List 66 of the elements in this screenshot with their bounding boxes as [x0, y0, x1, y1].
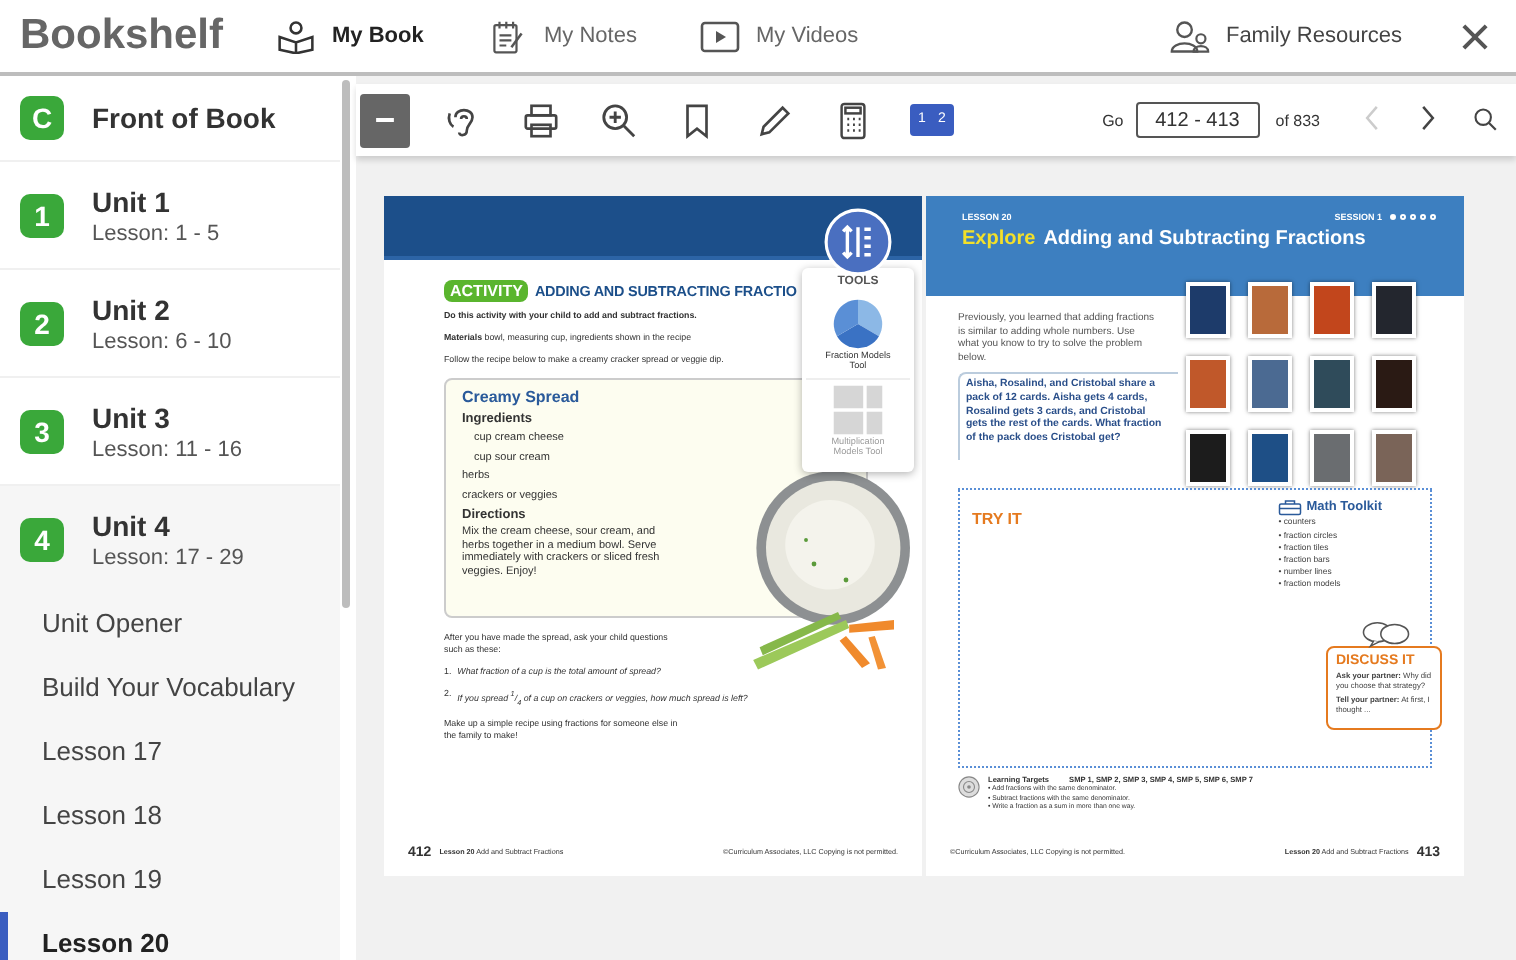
- unit-lessons: Lesson: 11 - 16: [92, 437, 243, 461]
- photo-placeholder: [1186, 282, 1230, 338]
- explore-label: Explore: [962, 228, 1036, 250]
- scrollbar-thumb[interactable]: [342, 80, 350, 608]
- page-total: of 833: [1275, 111, 1320, 129]
- search-icon[interactable]: [1472, 106, 1500, 134]
- go-label: Go: [1102, 111, 1124, 129]
- photo-placeholder: [1248, 282, 1292, 338]
- photo-placeholder: [1186, 430, 1230, 486]
- photo-placeholder: [1372, 356, 1416, 412]
- tools-button[interactable]: [824, 208, 892, 276]
- unit-badge: 1: [20, 193, 64, 237]
- lesson-item[interactable]: Build Your Vocabulary: [0, 656, 340, 720]
- printer-icon: [522, 101, 560, 139]
- lesson-item[interactable]: Lesson 17: [0, 720, 340, 784]
- video-icon: [700, 19, 740, 53]
- try-it-heading: TRY IT: [972, 510, 1022, 529]
- unit-item[interactable]: 4 Unit 4 Lesson: 17 - 29: [0, 486, 340, 592]
- unit-lessons: Lesson: 6 - 10: [92, 329, 232, 353]
- unit-title: Unit 4: [92, 509, 172, 541]
- activity-badge: ACTIVITY: [444, 280, 529, 302]
- recipe-title: Creamy Spread: [462, 388, 580, 406]
- photo-placeholder: [1186, 356, 1230, 412]
- minus-icon: [376, 118, 394, 122]
- family-resources-link[interactable]: Family Resources: [1169, 19, 1402, 53]
- photo-placeholder: [1310, 282, 1354, 338]
- lesson-item[interactable]: Unit Opener: [0, 592, 340, 656]
- lesson-item[interactable]: Lesson 19: [0, 848, 340, 912]
- photo-placeholder: [1372, 282, 1416, 338]
- next-page-button[interactable]: [1416, 104, 1440, 136]
- page-number-field[interactable]: 412 - 413: [1135, 102, 1260, 138]
- nav-tab[interactable]: My Videos: [700, 19, 912, 53]
- unit-title: Front of Book: [92, 102, 276, 134]
- unit-badge: 4: [20, 517, 64, 561]
- unit-title: Unit 1: [92, 185, 172, 217]
- people-icon: [1169, 19, 1210, 53]
- photo-placeholder: [1248, 356, 1292, 412]
- lesson-title: Adding and Subtracting Fractions: [1043, 228, 1366, 250]
- zoom-in-icon: [600, 101, 638, 139]
- close-icon[interactable]: [1462, 23, 1488, 49]
- photo-placeholder: [1248, 430, 1292, 486]
- app-title: Bookshelf: [20, 12, 226, 60]
- pencil-icon: [756, 101, 794, 139]
- lesson-item[interactable]: Lesson 18: [0, 784, 340, 848]
- calculator-icon: [834, 101, 872, 139]
- chevron-left-icon: [1364, 104, 1380, 132]
- unit-title: Unit 2: [92, 293, 172, 325]
- grid-icon: [832, 383, 884, 436]
- chevron-right-icon: [1420, 104, 1436, 132]
- collapse-button[interactable]: [360, 93, 410, 147]
- nav-tab[interactable]: My Notes: [488, 19, 700, 53]
- unit-badge: 3: [20, 409, 64, 453]
- photo-placeholder: [1310, 356, 1354, 412]
- unit-title: Unit 3: [92, 401, 172, 433]
- target-icon: [958, 776, 980, 799]
- unit-lessons: Lesson: 1 - 5: [92, 221, 220, 245]
- unit-lessons: Lesson: 17 - 29: [92, 545, 244, 569]
- reader-icon: [276, 19, 316, 53]
- unit-badge: 2: [20, 301, 64, 345]
- nav-tab[interactable]: My Book: [276, 19, 488, 53]
- unit-badge: C: [20, 96, 64, 140]
- pie-chart-icon: [832, 298, 884, 350]
- photo-placeholder: [1372, 430, 1416, 486]
- photo-placeholder: [1310, 430, 1354, 486]
- notepad-icon: [488, 19, 528, 53]
- toolbox-icon: [1278, 498, 1303, 517]
